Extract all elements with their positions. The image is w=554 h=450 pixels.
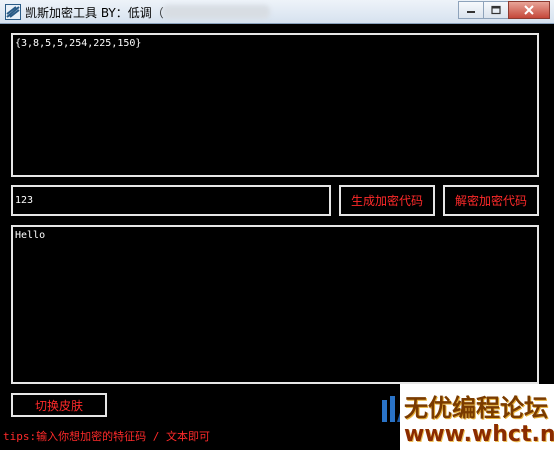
maximize-icon: [491, 5, 501, 15]
app-icon: [5, 4, 21, 20]
minimize-icon: [467, 11, 475, 13]
watermark: 无优编程论坛 www.whct.net: [378, 384, 554, 450]
maximize-button[interactable]: [483, 1, 509, 19]
window-title: 凯斯加密工具 BY：低调（: [25, 6, 164, 20]
plain-text-input[interactable]: [13, 227, 537, 382]
decrypt-button[interactable]: 解密加密代码: [443, 185, 539, 216]
close-button[interactable]: [508, 1, 550, 19]
close-icon: [524, 5, 534, 15]
window-controls: [458, 1, 550, 21]
tips-text: tips:输入你想加密的特征码 / 文本即可: [3, 430, 210, 443]
blurred-title-segment: [162, 5, 270, 19]
encrypted-output-text[interactable]: [13, 35, 537, 175]
key-input[interactable]: [13, 187, 329, 214]
watermark-url: www.whct.net: [404, 422, 554, 447]
switch-skin-button[interactable]: 切换皮肤: [11, 393, 107, 417]
minimize-button[interactable]: [458, 1, 484, 19]
watermark-site-name: 无优编程论坛: [404, 394, 548, 422]
encrypted-output-area[interactable]: [11, 33, 539, 177]
key-input-container[interactable]: [11, 185, 331, 216]
generate-encryption-button[interactable]: 生成加密代码: [339, 185, 435, 216]
title-bar[interactable]: 凯斯加密工具 BY：低调（: [0, 0, 554, 24]
plain-text-area[interactable]: [11, 225, 539, 384]
